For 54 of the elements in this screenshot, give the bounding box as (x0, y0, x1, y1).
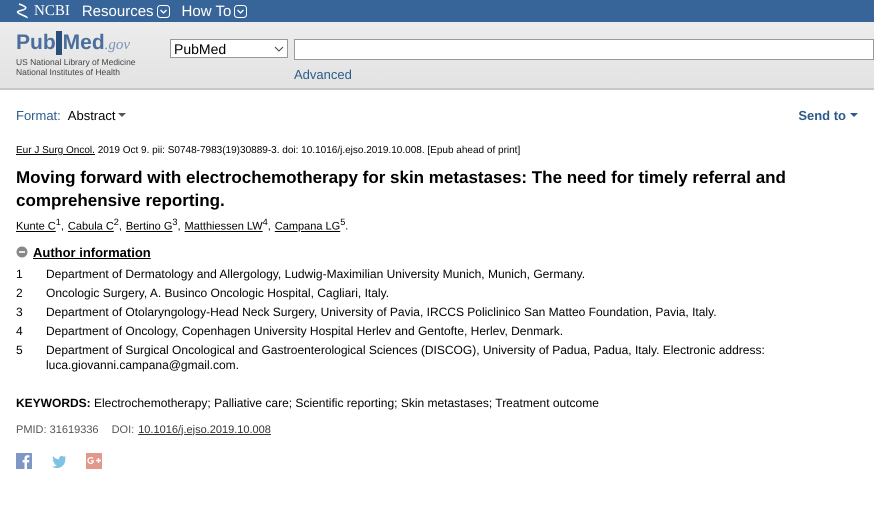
affiliation-number: 4 (16, 324, 24, 339)
format-menu[interactable]: Format: Abstract (16, 108, 126, 123)
pubmed-logo[interactable]: Pub Med.gov (16, 31, 170, 55)
keywords-label: KEYWORDS: (16, 396, 91, 410)
google-plus-icon[interactable] (86, 452, 102, 469)
author-ref: 5 (340, 217, 346, 227)
caret-icon (850, 113, 858, 118)
citation-text: 2019 Oct 9. pii: S0748-7983(19)30889-3. doi: 10.1016/j.ejso.2019.10.008. [Epub ahead of print] (96, 145, 520, 156)
author-link[interactable]: Kunte C (16, 220, 56, 233)
search-field[interactable] (294, 39, 874, 60)
punctuation: , (118, 220, 122, 233)
menu-button[interactable]: Resources (82, 2, 170, 20)
pmid-text: PMID: 31619336 (16, 424, 99, 436)
author-ref: 3 (172, 217, 178, 227)
journal-link[interactable]: Eur J Surg Oncol. (16, 145, 95, 156)
affiliation-text: Department of Oncology, Copenhagen University Hospital Herlev and Gentofte, Herlev, Denmark. (46, 324, 564, 339)
affiliation-text: Department of Surgical Oncological and Gastroenterological Sciences (DISCOG), University of Padua, Padua, Italy. Electronic address: luca.giovanni.campana@gmail.com. (46, 342, 766, 373)
org-name: US National Library of Medicine (16, 57, 137, 67)
doi-link[interactable]: 10.1016/j.ejso.2019.10.008 (138, 424, 271, 436)
punctuation: , (268, 220, 271, 233)
collapse-icon[interactable] (16, 246, 28, 258)
ncbi-logo[interactable]: NCBI (34, 2, 70, 20)
caret-icon (118, 113, 126, 118)
keywords-text: Electrochemotherapy; Palliative care; Scientific reporting; Skin metastases; Treatment outcome (93, 396, 599, 410)
author-info-toggle[interactable]: Author information (33, 244, 151, 260)
caret-icon (274, 46, 284, 52)
org-name: National Institutes of Health (16, 67, 121, 77)
author-ref: 2 (114, 217, 119, 227)
punctuation: , (177, 220, 181, 233)
database-select[interactable]: PubMed (170, 39, 288, 58)
affiliation-text: Department of Otolaryngology-Head Neck Surgery, University of Pavia, IRCCS Policlinico San Matteo Foundation, Pavia, Italy. (46, 304, 718, 320)
menu-button[interactable]: How To (182, 2, 248, 20)
author-link[interactable]: Bertino G (126, 220, 172, 233)
affiliation-text: Oncologic Surgery, A. Businco Oncologic Hospital, Cagliari, Italy. (46, 286, 390, 301)
advanced-link[interactable]: Advanced (294, 67, 874, 82)
author-link[interactable]: Matthiessen LW (184, 220, 263, 233)
author-ref: 1 (56, 217, 61, 227)
punctuation: , (60, 220, 64, 233)
author-ref: 4 (262, 217, 268, 227)
affiliation-number: 3 (16, 304, 24, 320)
author-link[interactable]: Campana LG (274, 220, 340, 233)
helix-icon (16, 3, 30, 19)
author-link[interactable]: Cabula C (68, 220, 114, 233)
article-title: Moving forward with electrochemotherapy for skin metastases: The need for timely referral and comprehensive reporting. (16, 167, 787, 212)
affiliation-number: 1 (16, 266, 24, 282)
punctuation: . (345, 220, 348, 233)
affiliation-text: Department of Dermatology and Allergology, Ludwig-Maximilian University Munich, Munich, Germany. (46, 266, 586, 282)
doi-label: DOI: (112, 424, 134, 436)
send-to-menu[interactable]: Send to (798, 108, 858, 123)
chevron-icon (234, 4, 248, 18)
facebook-icon[interactable] (16, 452, 32, 469)
affiliation-number: 5 (16, 342, 24, 359)
chevron-icon (156, 4, 170, 18)
affiliation-number: 2 (16, 286, 24, 301)
